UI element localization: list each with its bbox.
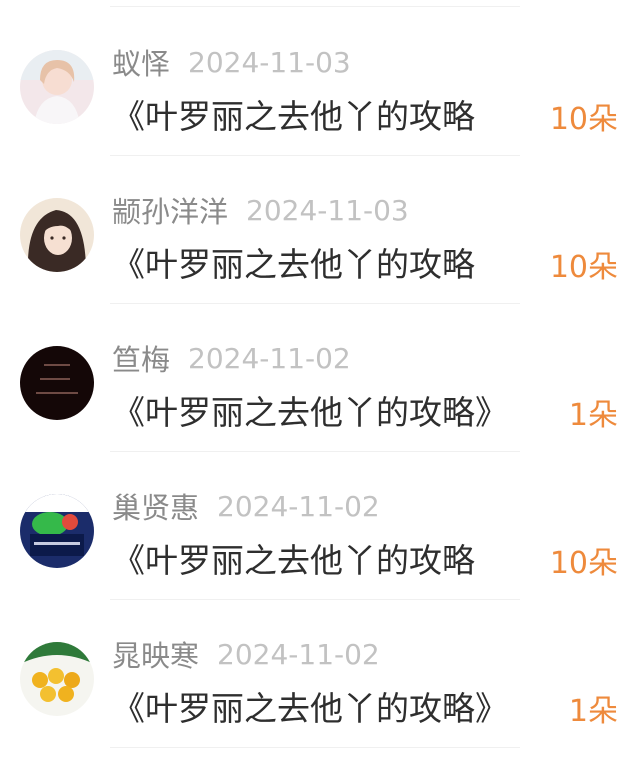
- record-date: 2024-11-02: [217, 637, 380, 671]
- gift-amount: 10朵: [549, 250, 618, 285]
- avatar[interactable]: [20, 198, 94, 272]
- list-item[interactable]: 笪梅 2024-11-02 《叶罗丽之去他丫的攻略》 1朵: [0, 304, 640, 452]
- avatar[interactable]: [20, 642, 94, 716]
- gift-amount: 1朵: [568, 398, 618, 433]
- list-item[interactable]: 颛孙洋洋 2024-11-03 《叶罗丽之去他丫的攻略 10朵: [0, 156, 640, 304]
- user-name[interactable]: 颛孙洋洋: [112, 189, 228, 231]
- book-title[interactable]: 《叶罗丽之去他丫的攻略: [112, 534, 560, 582]
- record-date: 2024-11-03: [188, 45, 351, 79]
- gift-amount: 10朵: [549, 546, 618, 581]
- divider: [110, 6, 520, 7]
- record-date: 2024-11-02: [217, 489, 380, 523]
- list-item[interactable]: 晁映寒 2024-11-02 《叶罗丽之去他丫的攻略》 1朵: [0, 600, 640, 748]
- gift-amount: 10朵: [549, 102, 618, 137]
- record-meta: 蚁怿 2024-11-03: [112, 40, 351, 84]
- record-meta: 颛孙洋洋 2024-11-03: [112, 188, 409, 232]
- book-title[interactable]: 《叶罗丽之去他丫的攻略》: [112, 682, 560, 730]
- avatar[interactable]: [20, 346, 94, 420]
- avatar[interactable]: [20, 50, 94, 124]
- record-date: 2024-11-03: [246, 193, 409, 227]
- avatar[interactable]: [20, 494, 94, 568]
- user-name[interactable]: 晁映寒: [112, 633, 199, 675]
- user-name[interactable]: 巢贤惠: [112, 485, 199, 527]
- book-title[interactable]: 《叶罗丽之去他丫的攻略》: [112, 386, 560, 434]
- user-name[interactable]: 笪梅: [112, 337, 170, 379]
- record-meta: 晁映寒 2024-11-02: [112, 632, 380, 676]
- user-name[interactable]: 蚁怿: [112, 41, 170, 83]
- list-item[interactable]: 巢贤惠 2024-11-02 《叶罗丽之去他丫的攻略 10朵: [0, 452, 640, 600]
- gift-amount: 1朵: [568, 694, 618, 729]
- divider: [110, 747, 520, 748]
- book-title[interactable]: 《叶罗丽之去他丫的攻略: [112, 238, 560, 286]
- book-title[interactable]: 《叶罗丽之去他丫的攻略: [112, 90, 560, 138]
- list-item[interactable]: 蚁怿 2024-11-03 《叶罗丽之去他丫的攻略 10朵: [0, 8, 640, 156]
- record-date: 2024-11-02: [188, 341, 351, 375]
- gift-record-list: 蚁怿 2024-11-03 《叶罗丽之去他丫的攻略 10朵 颛孙洋洋 2024-…: [0, 0, 640, 758]
- record-meta: 笪梅 2024-11-02: [112, 336, 351, 380]
- record-meta: 巢贤惠 2024-11-02: [112, 484, 380, 528]
